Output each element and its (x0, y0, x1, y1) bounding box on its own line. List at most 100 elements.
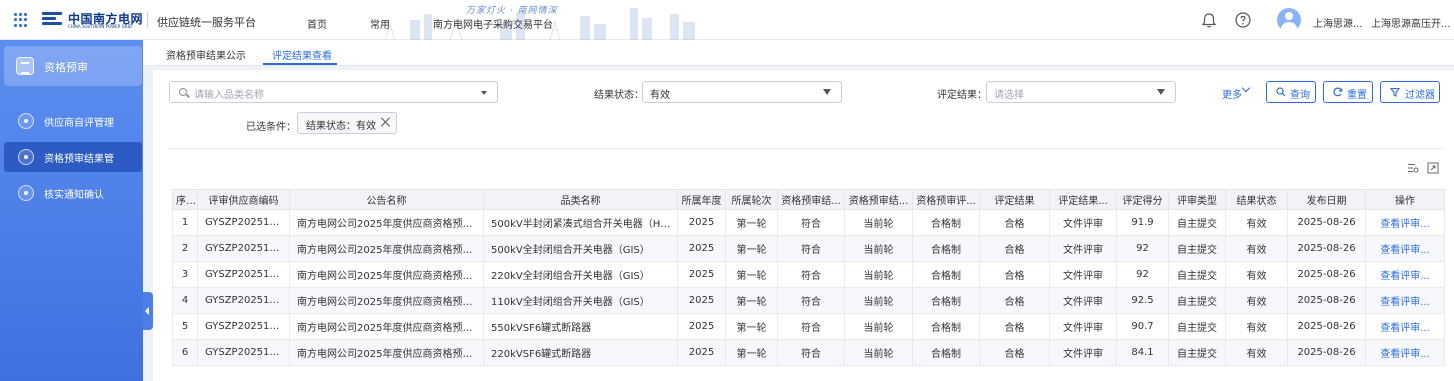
slogan-text: 万家灯火 · 南网情深 (466, 6, 558, 16)
table-row[interactable]: 6 GYSZP20251967 南方电网公司2025年度供应商资格预审公告 220kV… (172, 339, 1445, 366)
bell-icon[interactable] (1200, 11, 1218, 29)
table-cell: 南方电网公司2025年度供应商资格预审公告 (289, 339, 484, 366)
company-name[interactable]: 上海思源高压开... (1371, 15, 1451, 30)
category-search-input[interactable]: 请输入品类名称 (169, 81, 498, 103)
user-name[interactable]: 上海思源... (1313, 15, 1363, 30)
view-evaluation-link[interactable]: 查看评审... (1365, 287, 1445, 314)
table-cell: 有效 (1225, 339, 1288, 366)
table-cell: 5 (172, 313, 198, 340)
table-cell: 2025 (677, 209, 726, 236)
view-evaluation-link[interactable]: 查看评审... (1365, 235, 1445, 262)
tab-prequal-publicity[interactable]: 资格预审结果公示 (166, 47, 246, 62)
table-cell: 文件评审 (1049, 339, 1117, 366)
column-header[interactable]: 品类名称 (483, 189, 678, 210)
column-header[interactable]: 序... (172, 189, 198, 210)
view-evaluation-link[interactable]: 查看评审... (1365, 261, 1445, 288)
column-header[interactable]: 结果状态 (1225, 189, 1288, 210)
column-header[interactable]: 资格预审结... (844, 189, 913, 210)
table-cell: 合格制 (912, 313, 980, 340)
table-cell: 220kV全封闭组合开关电器（GIS） (483, 261, 678, 288)
result-status-value: 有效 (650, 90, 670, 101)
table-cell: 自主提交 (1168, 209, 1226, 236)
column-header[interactable]: 资格预审结... (777, 189, 845, 210)
column-header[interactable]: 评定得分 (1116, 189, 1169, 210)
table-row[interactable]: 4 GYSZP20251957 南方电网公司2025年度供应商资格预审公告 110kV… (172, 287, 1445, 314)
nav-home[interactable]: 首页 (307, 16, 327, 31)
evaluation-result-select[interactable]: 请选择 (986, 81, 1176, 103)
table-cell: 110kV全封闭组合开关电器（GIS） (483, 287, 678, 314)
sidebar-item-supplier-self-eval[interactable]: 供应商自评管理 (4, 106, 142, 136)
column-header[interactable]: 资格预审评... (912, 189, 980, 210)
table-cell: 第一轮 (725, 209, 778, 236)
view-evaluation-link[interactable]: 查看评审... (1365, 209, 1445, 236)
column-header[interactable]: 评定结果... (1049, 189, 1117, 210)
logo-subtext: CHINA SOUTHERN POWER GRID (68, 24, 132, 29)
nav-procurement-platform[interactable]: 南方电网电子采购交易平台 (433, 16, 553, 31)
selected-condition-chip: 结果状态：有效 (297, 112, 397, 134)
table-row[interactable]: 5 GYSZP20251968 南方电网公司2025年度供应商资格预审公告 550kV… (172, 313, 1445, 340)
table-cell: 第一轮 (725, 313, 778, 340)
tab-evaluation-results[interactable]: 评定结果查看 (272, 47, 332, 62)
column-header[interactable]: 发布日期 (1287, 189, 1366, 210)
filter-button-label: 过滤器 (1405, 90, 1435, 101)
help-icon[interactable] (1234, 11, 1252, 29)
table-cell: 文件评审 (1049, 235, 1117, 262)
chevron-down-icon[interactable] (1241, 83, 1251, 93)
table-cell: 南方电网公司2025年度供应商资格预审公告 (289, 261, 484, 288)
table-cell: 南方电网公司2025年度供应商资格预审公告 (289, 209, 484, 236)
table-row[interactable]: 2 GYSZP20251959 南方电网公司2025年度供应商资格预审公告 500kV… (172, 235, 1445, 262)
user-avatar[interactable] (1277, 8, 1301, 32)
sidebar-item-verify-notice[interactable]: 核实通知确认 (4, 178, 142, 208)
table-cell: 合格 (979, 235, 1050, 262)
table-cell: 合格制 (912, 209, 980, 236)
result-status-label: 结果状态： (594, 90, 644, 101)
column-header[interactable]: 公告名称 (289, 189, 484, 210)
table-cell: GYSZP20251965 (197, 209, 290, 236)
active-tab-indicator (263, 63, 337, 65)
table-cell: 南方电网公司2025年度供应商资格预审公告 (289, 313, 484, 340)
table-cell: 2025-08-26 (1287, 287, 1366, 314)
table-cell: 1 (172, 209, 198, 236)
bulb-icon (18, 149, 34, 165)
sidebar-header[interactable]: 资格预审 (4, 46, 142, 86)
table-cell: 500kV全封闭组合开关电器（GIS） (483, 235, 678, 262)
table-cell: 文件评审 (1049, 287, 1117, 314)
result-status-select[interactable]: 有效 (642, 81, 842, 103)
table-cell: 92 (1116, 261, 1169, 288)
view-evaluation-link[interactable]: 查看评审... (1365, 313, 1445, 340)
table-cell: 合格制 (912, 287, 980, 314)
sidebar-item-prequal-results[interactable]: 资格预审结果管 (4, 142, 142, 172)
table-cell: 合格 (979, 209, 1050, 236)
nav-common[interactable]: 常用 (370, 16, 390, 31)
close-icon[interactable] (380, 116, 392, 128)
more-filters-toggle[interactable]: 更多 (1222, 86, 1242, 101)
table-cell: 有效 (1225, 261, 1288, 288)
column-header[interactable]: 所属年度 (677, 189, 726, 210)
column-header[interactable]: 评定结果 (979, 189, 1050, 210)
table-cell: 84.1 (1116, 339, 1169, 366)
table-cell: 90.7 (1116, 313, 1169, 340)
query-button[interactable]: 查询 (1266, 81, 1316, 103)
clipboard-icon (16, 57, 34, 75)
table-cell: 第一轮 (725, 287, 778, 314)
table-cell: GYSZP20251967 (197, 339, 290, 366)
column-settings-icon[interactable] (1407, 162, 1419, 174)
filter-divider (169, 148, 1445, 149)
sidebar-collapse-toggle[interactable] (143, 292, 153, 330)
filter-button[interactable]: 过滤器 (1380, 81, 1440, 103)
table-cell: 2025 (677, 261, 726, 288)
table-cell: 91.9 (1116, 209, 1169, 236)
company-logo[interactable]: 中国南方电网 CHINA SOUTHERN POWER GRID (42, 9, 143, 31)
table-row[interactable]: 3 GYSZP20251964 南方电网公司2025年度供应商资格预审公告 220kV… (172, 261, 1445, 288)
query-button-label: 查询 (1290, 90, 1310, 101)
fullscreen-icon[interactable] (1427, 162, 1439, 174)
table-cell: 文件评审 (1049, 313, 1117, 340)
reset-button[interactable]: 重置 (1323, 81, 1373, 103)
apps-grid-icon[interactable] (14, 13, 28, 27)
column-header[interactable]: 所属轮次 (725, 189, 778, 210)
column-header[interactable]: 评审类型 (1168, 189, 1226, 210)
view-evaluation-link[interactable]: 查看评审... (1365, 339, 1445, 366)
table-row[interactable]: 1 GYSZP20251965 南方电网公司2025年度供应商资格预审公告 500kV… (172, 209, 1445, 236)
column-header[interactable]: 评审供应商编码 (197, 189, 290, 210)
column-header[interactable]: 操作 (1365, 189, 1445, 210)
